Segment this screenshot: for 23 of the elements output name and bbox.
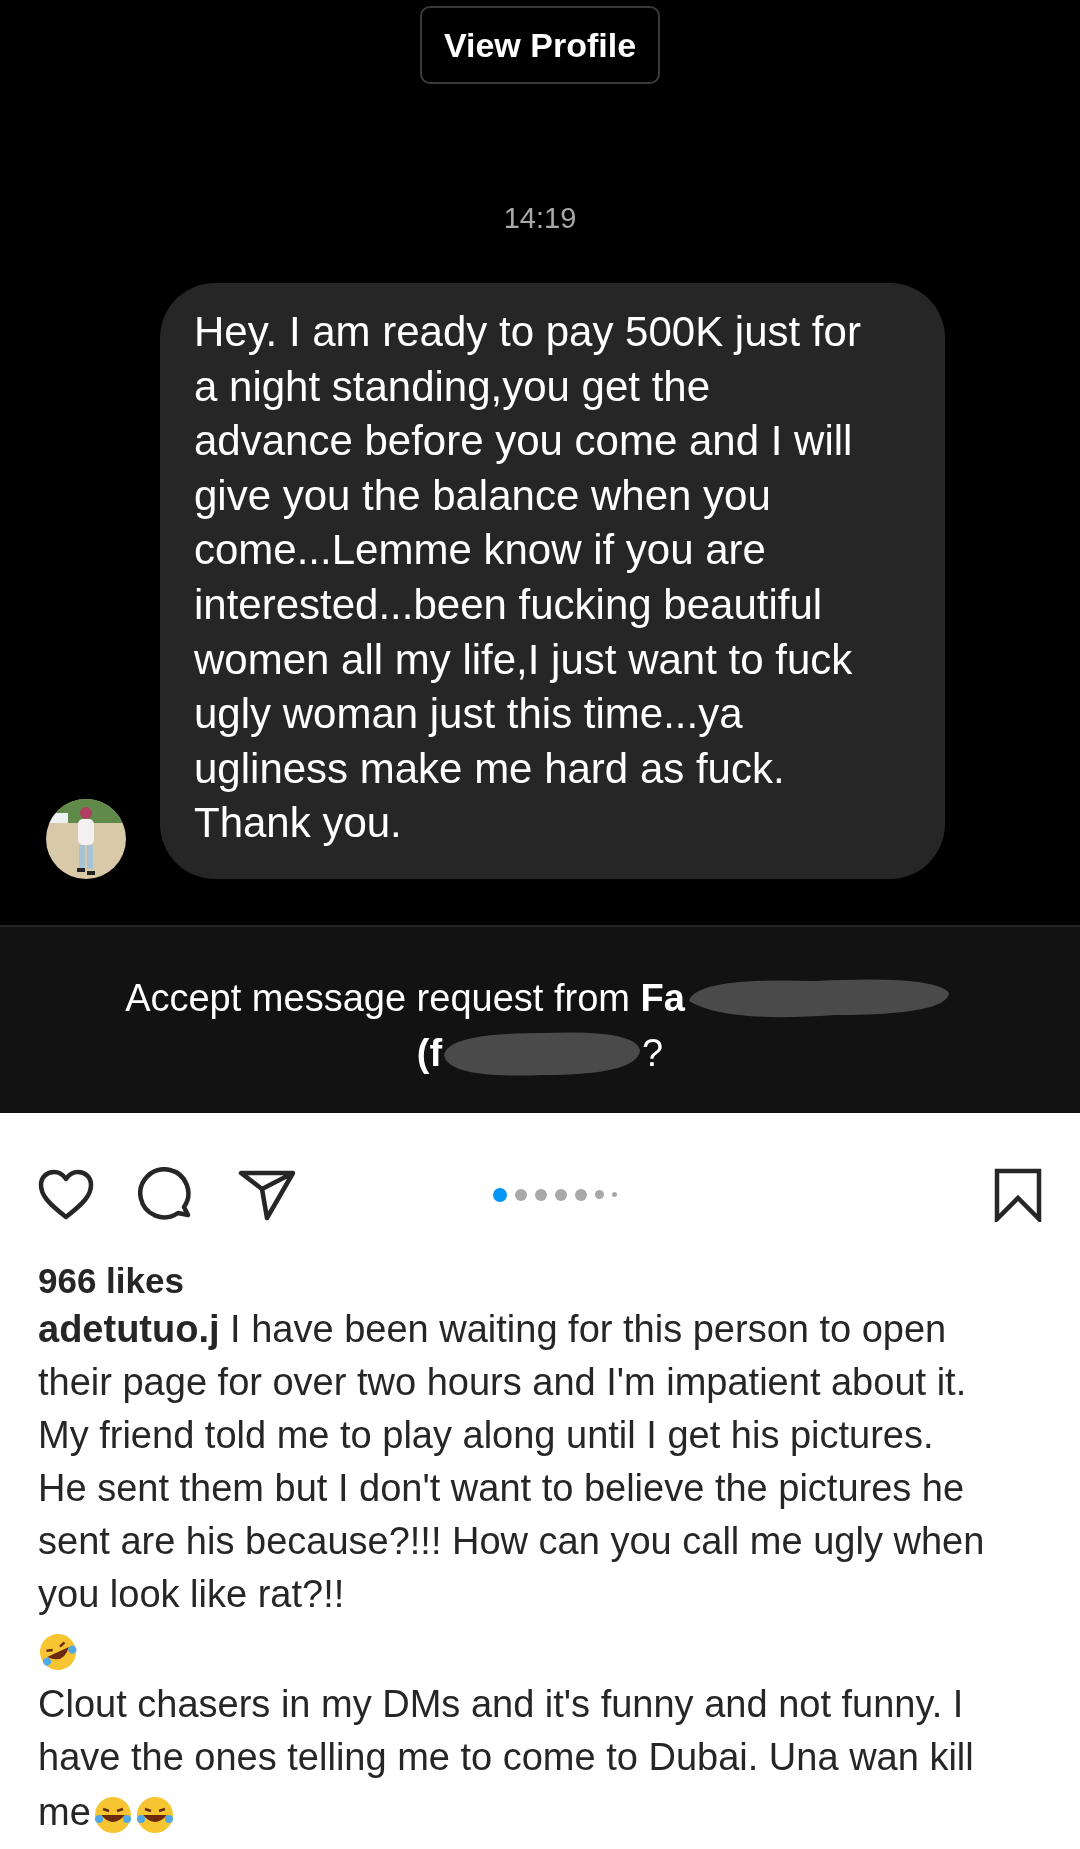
bookmark-icon[interactable] (994, 1167, 1042, 1222)
rolling-laughing-emoji-icon (38, 1631, 78, 1672)
view-profile-button[interactable]: View Profile (419, 6, 661, 84)
request-title: Accept message request from Fa (125, 975, 685, 1021)
caption-text: me (38, 1790, 91, 1833)
send-icon[interactable] (238, 1168, 296, 1221)
laughing-tears-emoji-icon (134, 1794, 175, 1835)
carousel-dot[interactable] (612, 1192, 617, 1198)
carousel-dot[interactable] (515, 1188, 527, 1201)
message-time: 14:19 (503, 202, 577, 235)
laughing-tears-emoji-icon (92, 1794, 133, 1835)
message-bubble: Hey. I am ready to pay 500K just for a night standing,you get the advance before you come and I will give you the balance when you come...Lemme know if you are interested...been fucking beautiful women all my life,I just want to fuck ugly woman just this time...ya ugliness make me hard as fuck. Thank you. (160, 283, 945, 879)
carousel-dot[interactable] (493, 1187, 507, 1202)
request-handle: (f (416, 1030, 443, 1076)
caption-text: adetutuo.j I have been waiting for this person to open their page for over two hours and I'm impatient about it. My friend told me to play along until I get his pictures. He sent them but I don't want to believe the pictures he sent are his because?!!! How can you call me ugly when you look like rat?!! (38, 1307, 985, 1615)
heart-icon[interactable] (38, 1168, 94, 1221)
carousel-dot[interactable] (555, 1188, 567, 1201)
request-question-mark: ? (642, 1030, 664, 1076)
comment-icon[interactable] (138, 1166, 194, 1223)
carousel-dot[interactable] (575, 1188, 587, 1201)
carousel-dot[interactable] (535, 1188, 547, 1201)
carousel-dot[interactable] (595, 1190, 604, 1200)
likes-count: 966 likes (38, 1260, 185, 1301)
